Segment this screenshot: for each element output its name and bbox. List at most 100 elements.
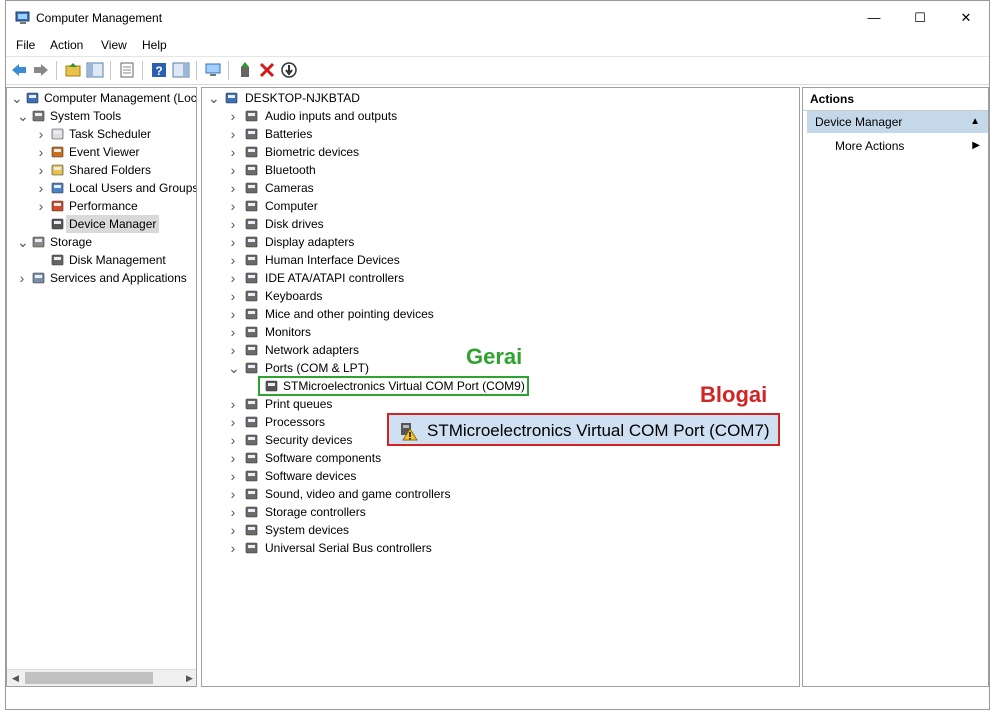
chevron-down-icon[interactable]: ⌄	[17, 233, 29, 251]
chevron-right-icon[interactable]: ›	[228, 539, 238, 557]
collapse-triangle-icon[interactable]: ▲	[970, 111, 980, 133]
chevron-down-icon[interactable]: ⌄	[17, 107, 29, 125]
device-tree-label: Audio inputs and outputs	[265, 109, 398, 123]
chevron-right-icon[interactable]: ›	[228, 341, 238, 359]
event-viewer-icon	[50, 145, 65, 159]
bad-annotation-label: Blogai	[700, 382, 768, 407]
disable-device-icon[interactable]	[280, 61, 298, 79]
chevron-right-icon[interactable]: ›	[228, 431, 238, 449]
device-tree-label: Ports (COM & LPT)	[265, 361, 370, 375]
menu-bar: File Action View Help	[6, 35, 989, 55]
help-icon[interactable]: ?	[150, 61, 168, 79]
close-button[interactable]: ✕	[943, 1, 989, 35]
chevron-right-icon[interactable]: ›	[36, 161, 46, 179]
chevron-right-icon[interactable]: ›	[228, 287, 238, 305]
actions-header: Actions	[803, 88, 988, 111]
scroll-left-icon[interactable]: ◀	[7, 670, 24, 686]
submenu-arrow-icon: ▶	[972, 140, 980, 151]
update-driver-icon[interactable]	[236, 61, 254, 79]
chevron-right-icon[interactable]: ›	[228, 521, 238, 539]
device-tree-label: IDE ATA/ATAPI controllers	[265, 271, 405, 285]
more-actions-label: More Actions	[835, 139, 905, 153]
scrollbar-thumb[interactable]	[25, 672, 153, 684]
chevron-right-icon[interactable]: ›	[36, 143, 46, 161]
actions-section-device-manager[interactable]: Device Manager ▲	[807, 111, 988, 133]
system-tools-icon	[31, 109, 46, 123]
chevron-right-icon[interactable]: ›	[36, 125, 46, 143]
console-tree-label: Services and Applications	[50, 271, 187, 285]
uninstall-device-icon[interactable]	[258, 61, 276, 79]
chevron-down-icon[interactable]: ⌄	[11, 89, 23, 107]
chevron-right-icon[interactable]: ›	[17, 269, 27, 287]
bad-device-box[interactable]: STMicroelectronics Virtual COM Port (COM…	[387, 413, 780, 446]
device-tree-label: Network adapters	[265, 343, 360, 357]
device-icon	[244, 307, 259, 321]
port-icon	[264, 379, 279, 393]
device-icon	[244, 487, 259, 501]
chevron-right-icon[interactable]: ›	[228, 197, 238, 215]
menu-action[interactable]: Action	[50, 38, 83, 52]
menu-file[interactable]: File	[16, 38, 35, 52]
bad-device-label: STMicroelectronics Virtual COM Port (COM…	[427, 421, 770, 440]
chevron-right-icon[interactable]: ›	[228, 233, 238, 251]
title-bar: Computer Management — ☐ ✕	[6, 1, 989, 35]
minimize-button[interactable]: —	[851, 1, 897, 35]
menu-help[interactable]: Help	[142, 38, 167, 52]
chevron-right-icon[interactable]: ›	[36, 179, 46, 197]
horizontal-scrollbar[interactable]: ◀ ▶	[7, 669, 196, 686]
chevron-right-icon[interactable]: ›	[228, 251, 238, 269]
maximize-button[interactable]: ☐	[897, 1, 943, 35]
chevron-right-icon[interactable]: ›	[228, 503, 238, 521]
chevron-right-icon[interactable]: ›	[36, 197, 46, 215]
good-device-box[interactable]: STMicroelectronics Virtual COM Port (COM…	[258, 376, 529, 396]
console-tree-label: Device Manager	[66, 215, 160, 233]
chevron-right-icon[interactable]: ›	[228, 305, 238, 323]
console-tree-label: Disk Management	[69, 253, 166, 267]
device-tree-label: Computer	[265, 199, 318, 213]
forward-arrow-icon[interactable]	[32, 61, 50, 79]
menu-view[interactable]: View	[101, 38, 127, 52]
chevron-right-icon[interactable]: ›	[228, 107, 238, 125]
device-tree-label: System devices	[265, 523, 350, 537]
chevron-right-icon[interactable]: ›	[228, 395, 238, 413]
computer-management-icon	[25, 91, 40, 105]
device-icon	[244, 289, 259, 303]
console-tree-label: Performance	[69, 199, 138, 213]
chevron-right-icon[interactable]: ›	[228, 161, 238, 179]
chevron-right-icon[interactable]: ›	[228, 485, 238, 503]
show-hide-console-tree-icon[interactable]	[86, 61, 104, 79]
chevron-right-icon[interactable]: ›	[228, 467, 238, 485]
chevron-right-icon[interactable]: ›	[228, 179, 238, 197]
up-folder-icon[interactable]	[64, 61, 82, 79]
device-icon	[244, 343, 259, 357]
more-actions-item[interactable]: More Actions ▶	[835, 137, 980, 155]
chevron-right-icon[interactable]: ›	[228, 413, 238, 431]
properties-icon[interactable]	[118, 61, 136, 79]
scan-hardware-icon[interactable]	[204, 61, 222, 79]
chevron-right-icon[interactable]: ›	[228, 125, 238, 143]
device-icon	[244, 253, 259, 267]
chevron-right-icon[interactable]: ›	[228, 215, 238, 233]
status-bar	[6, 689, 989, 709]
chevron-down-icon[interactable]: ⌄	[208, 89, 220, 107]
view-panel-icon[interactable]	[172, 61, 190, 79]
good-annotation-label: Gerai	[466, 344, 523, 369]
chevron-right-icon[interactable]: ›	[228, 269, 238, 287]
device-icon	[244, 523, 259, 537]
scroll-right-icon[interactable]: ▶	[181, 670, 196, 686]
device-tree-label: Universal Serial Bus controllers	[265, 541, 432, 555]
chevron-right-icon[interactable]: ›	[228, 323, 238, 341]
chevron-down-icon[interactable]: ⌄	[228, 359, 240, 377]
console-tree-label: Storage	[50, 235, 93, 249]
device-tree-label: Security devices	[265, 433, 353, 447]
users-icon	[50, 181, 65, 195]
disk-management-icon	[50, 253, 65, 267]
device-tree-label: Software components	[265, 451, 382, 465]
chevron-right-icon[interactable]: ›	[228, 143, 238, 161]
console-tree-label: Event Viewer	[69, 145, 140, 159]
device-tree-label: Monitors	[265, 325, 312, 339]
back-arrow-icon[interactable]	[10, 61, 28, 79]
chevron-right-icon[interactable]: ›	[228, 449, 238, 467]
services-icon	[31, 271, 46, 285]
